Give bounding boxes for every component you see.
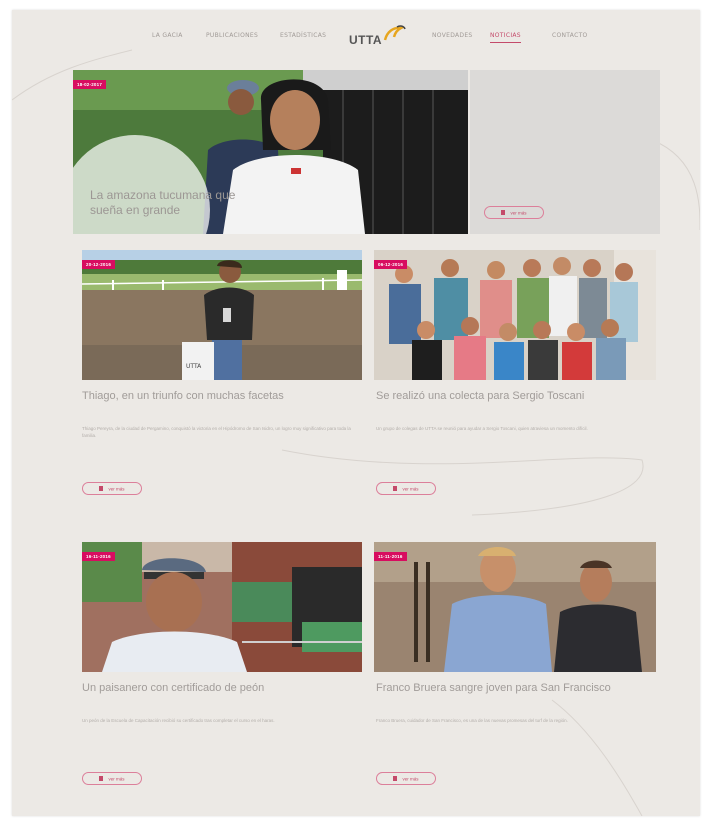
document-icon — [99, 776, 104, 782]
news-card-excerpt: Un peón de la Escuela de Capacitación re… — [82, 718, 275, 723]
document-icon — [393, 776, 398, 782]
news-card-more-button[interactable]: ver más — [82, 482, 142, 495]
news-card-title[interactable]: Thiago, en un triunfo con muchas facetas — [82, 390, 284, 402]
document-icon — [99, 486, 104, 492]
document-icon — [501, 210, 506, 216]
card-photo — [374, 250, 656, 380]
card-photo — [82, 542, 362, 672]
date-badge: 16-11-2016 — [82, 552, 115, 561]
news-card-more-button[interactable]: ver más — [376, 482, 436, 495]
logo-text: UTTA — [349, 33, 383, 47]
date-badge: 06-12-2016 — [374, 260, 408, 269]
news-card-title[interactable]: Se realizó una colecta para Sergio Tosca… — [376, 390, 584, 402]
nav-item-novedades[interactable]: Novedades — [432, 32, 473, 39]
featured-side-panel: ver más — [470, 70, 660, 234]
news-card-title[interactable]: Franco Bruera sangre joven para San Fran… — [376, 682, 611, 694]
news-card-title[interactable]: Un paisanero con certificado de peón — [82, 682, 264, 694]
news-card-image[interactable]: 11-11-2016 — [374, 542, 656, 672]
card-photo: UTTA — [82, 250, 362, 380]
utta-logo[interactable]: UTTA — [349, 25, 409, 50]
date-badge: 18-02-2017 — [73, 80, 107, 89]
document-icon — [393, 486, 398, 492]
news-card-excerpt: Un grupo de colegas de UTTA se reunió pa… — [376, 426, 588, 431]
news-card-more-button[interactable]: ver más — [82, 772, 142, 785]
news-card-excerpt: Franco Bruera, cuidador de San Francisco… — [376, 718, 568, 723]
nav-item-estadisticas[interactable]: Estadísticas — [280, 32, 326, 39]
date-badge: 11-11-2016 — [374, 552, 407, 561]
nav-item-la-gacia[interactable]: La Gacia — [152, 32, 183, 39]
news-card-image[interactable]: 16-11-2016 — [82, 542, 362, 672]
featured-more-button[interactable]: ver más — [484, 206, 544, 219]
news-card-more-button[interactable]: ver más — [376, 772, 436, 785]
nav-item-publicaciones[interactable]: Publicaciones — [206, 32, 258, 39]
svg-text:UTTA: UTTA — [186, 363, 202, 370]
nav-item-contacto[interactable]: Contacto — [552, 32, 588, 39]
featured-title[interactable]: La amazona tucumana que sueña en grande — [90, 188, 270, 218]
news-card-excerpt: Thiago Pereyra, de la ciudad de Pergamin… — [82, 426, 351, 438]
nav-item-noticias[interactable]: Noticias — [490, 32, 521, 43]
date-badge: 20-12-2016 — [82, 260, 116, 269]
page: La Gacia Publicaciones Estadísticas UTTA… — [12, 10, 700, 816]
horse-logo-icon — [383, 25, 406, 41]
news-card-image[interactable]: 06-12-2016 — [374, 250, 656, 380]
news-card-image[interactable]: UTTA 20-12-2016 — [82, 250, 362, 380]
top-nav: La Gacia Publicaciones Estadísticas UTTA… — [12, 25, 700, 50]
card-photo — [374, 542, 656, 672]
